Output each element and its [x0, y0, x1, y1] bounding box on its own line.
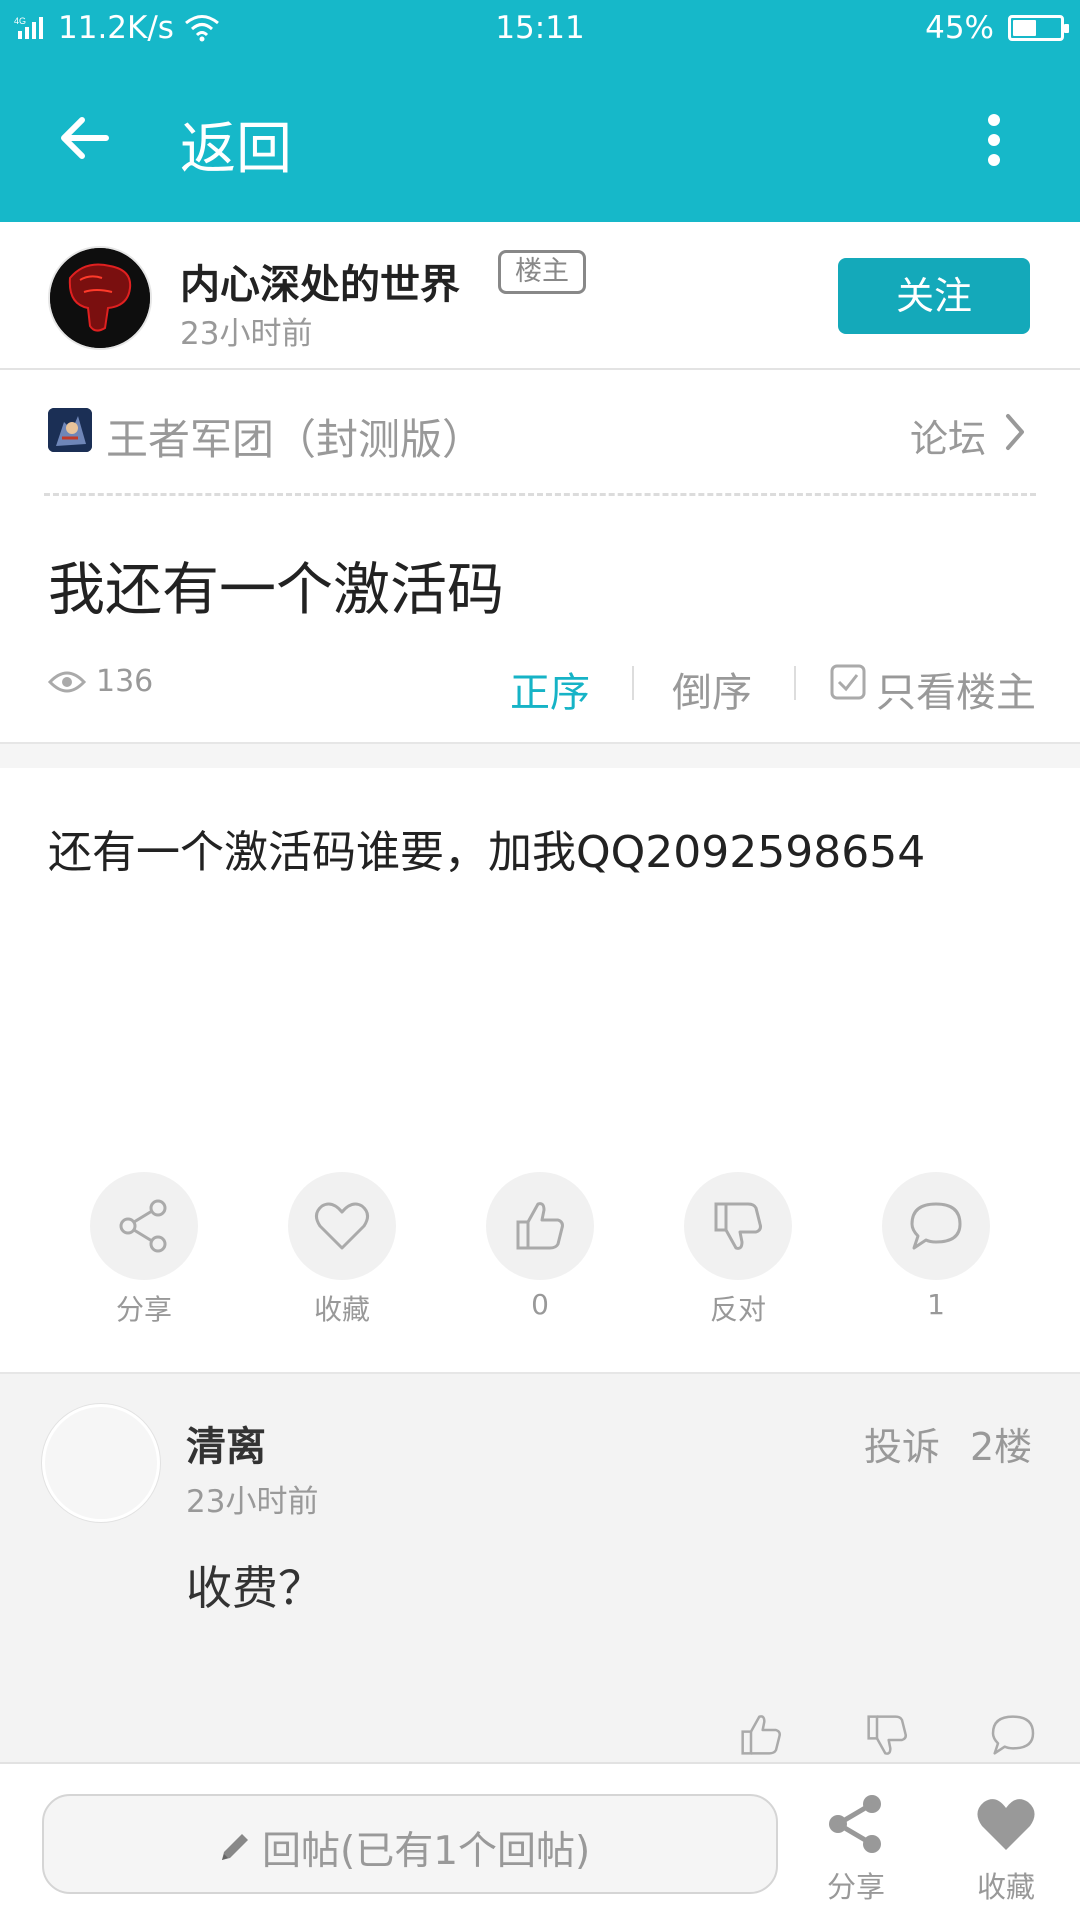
favorite-button[interactable] [288, 1172, 396, 1280]
post-content: 还有一个激活码谁要，加我QQ2092598654 [48, 827, 926, 878]
comment-button[interactable] [882, 1172, 990, 1280]
reply-placeholder[interactable]: 回帖(已有1个回帖) [262, 1820, 590, 1876]
heart-icon [315, 1202, 369, 1250]
battery-icon [1008, 15, 1069, 41]
status-bar: 4G 11.2K/s 15:11 45% [0, 0, 1080, 56]
like-button[interactable] [486, 1172, 594, 1280]
comment-count: 1 [927, 1288, 945, 1321]
status-right: 45% [925, 10, 1069, 46]
forum-icon[interactable] [48, 408, 92, 452]
heart-icon[interactable] [974, 1792, 1038, 1856]
sort-reverse-tab[interactable]: 倒序 [672, 660, 752, 718]
author-time: 23小时前 [180, 316, 313, 352]
bottom-share-label[interactable]: 分享 [796, 1864, 916, 1906]
separator [632, 666, 634, 700]
op-badge: 楼主 [498, 250, 586, 294]
view-count: 136 [96, 664, 154, 699]
reply-like-icon[interactable] [736, 1710, 786, 1760]
author-name[interactable]: 内心深处的世界 [180, 252, 460, 310]
thumbs-up-icon [516, 1202, 564, 1250]
separator [794, 666, 796, 700]
back-arrow-icon[interactable] [56, 110, 112, 166]
more-vertical-icon[interactable] [982, 112, 1006, 168]
reply-time: 23小时前 [186, 1484, 319, 1520]
follow-button[interactable]: 关注 [838, 258, 1030, 334]
share-label: 分享 [115, 1293, 172, 1326]
reply-oppose-icon[interactable] [862, 1710, 912, 1760]
author-avatar[interactable] [48, 246, 152, 350]
chevron-right-icon[interactable] [1002, 412, 1028, 452]
report-button[interactable]: 投诉 [864, 1416, 940, 1471]
forum-link[interactable]: 论坛 [910, 408, 986, 463]
pencil-icon [222, 1834, 248, 1860]
favorite-label: 收藏 [313, 1293, 370, 1326]
sort-normal-tab[interactable]: 正序 [510, 660, 590, 718]
eye-icon [48, 671, 86, 693]
battery-percent: 45% [925, 10, 994, 46]
share-icon [119, 1199, 167, 1253]
reply-content: 收费？ [186, 1561, 324, 1615]
back-label[interactable]: 返回 [180, 104, 292, 185]
reply-comment-icon[interactable] [988, 1710, 1038, 1760]
floor-number: 2楼 [970, 1425, 1033, 1469]
dashed-divider [44, 493, 1036, 496]
only-op-toggle[interactable]: 只看楼主 [876, 660, 1036, 718]
thumbs-down-icon [714, 1202, 762, 1250]
share-button[interactable] [90, 1172, 198, 1280]
bottom-fav-label[interactable]: 收藏 [946, 1864, 1066, 1906]
comment-icon [910, 1202, 962, 1250]
avatar-image [50, 248, 150, 348]
reply-author-name[interactable]: 清离 [186, 1414, 266, 1472]
checkbox-icon[interactable] [830, 664, 866, 700]
post-title: 我还有一个激活码 [48, 557, 504, 623]
share-icon[interactable] [824, 1792, 888, 1856]
clock: 15:11 [495, 10, 585, 46]
section-gap [0, 742, 1080, 768]
like-count: 0 [531, 1288, 549, 1321]
reply-avatar[interactable] [42, 1404, 160, 1522]
battery-fill [1013, 20, 1036, 36]
oppose-label: 反对 [709, 1293, 766, 1326]
forum-name[interactable]: 王者军团（封测版） [106, 406, 484, 467]
oppose-button[interactable] [684, 1172, 792, 1280]
game-icon [48, 408, 92, 452]
